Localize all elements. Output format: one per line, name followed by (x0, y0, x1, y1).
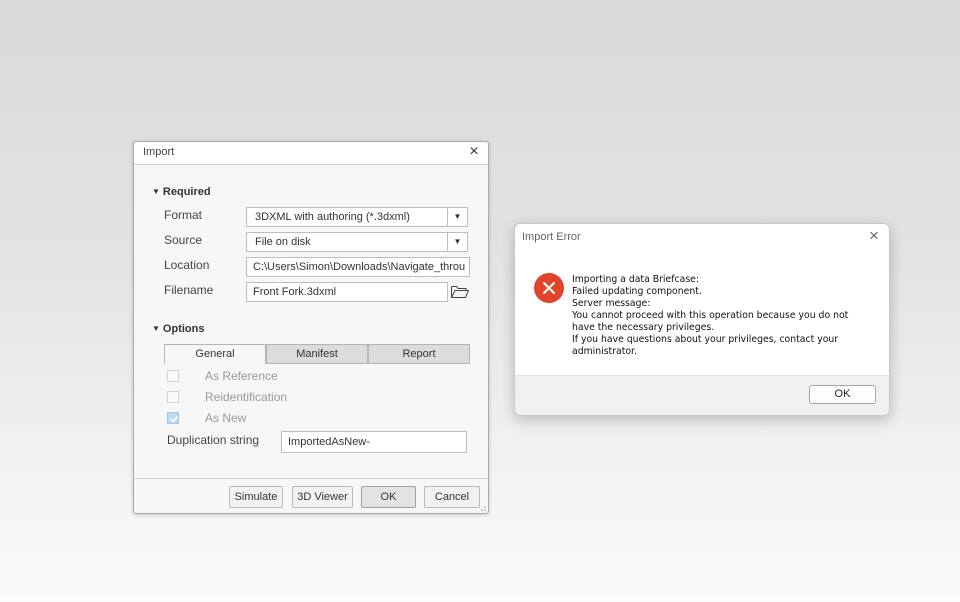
error-message-line: If you have questions about your privile… (572, 334, 839, 345)
reidentification-checkbox[interactable] (167, 391, 179, 403)
required-header-label: Required (162, 186, 211, 198)
as-reference-checkbox[interactable] (167, 370, 179, 382)
error-message-line: Server message: (572, 298, 651, 309)
required-section-header[interactable]: ▼ Required (152, 186, 211, 198)
format-dropdown-arrow-icon[interactable]: ▼ (447, 208, 467, 226)
import-close-icon[interactable]: × (466, 143, 482, 161)
error-message-line: administrator. (572, 346, 637, 357)
error-message-line: Importing a data Briefcase: (572, 274, 700, 285)
source-value: File on disk (255, 236, 311, 248)
import-dialog: Import × ▼ Required Format 3DXML with aut… (133, 141, 489, 514)
footer-divider (134, 478, 488, 479)
3d-viewer-button[interactable]: 3D Viewer (292, 486, 353, 508)
checkmark-icon (169, 415, 179, 423)
as-new-label: As New (205, 411, 247, 425)
ok-button[interactable]: OK (361, 486, 416, 508)
simulate-button[interactable]: Simulate (229, 486, 283, 508)
cancel-button[interactable]: Cancel (424, 486, 480, 508)
source-dropdown[interactable]: File on disk ▼ (246, 232, 468, 252)
browse-folder-icon[interactable] (450, 283, 470, 301)
format-label: Format (164, 208, 203, 222)
location-label: Location (164, 258, 210, 272)
tab-general[interactable]: General (164, 344, 266, 364)
format-value: 3DXML with authoring (*.3dxml) (255, 211, 410, 223)
error-ok-button[interactable]: OK (809, 385, 876, 404)
collapse-triangle-icon[interactable]: ▼ (152, 187, 160, 196)
location-value: C:\Users\Simon\Downloads\Navigate_throu (253, 261, 466, 273)
location-field[interactable]: C:\Users\Simon\Downloads\Navigate_throu (246, 257, 470, 277)
error-dialog-title: Import Error (522, 231, 581, 243)
import-titlebar[interactable]: Import × (134, 142, 488, 165)
error-message: Importing a data Briefcase: Failed updat… (572, 274, 877, 358)
reidentification-label: Reidentification (205, 390, 288, 404)
duplication-string-label: Duplication string (167, 433, 260, 447)
filename-field[interactable]: Front Fork.3dxml (246, 282, 448, 302)
error-message-line: Failed updating component. (572, 286, 702, 297)
filename-label: Filename (164, 283, 214, 297)
options-tabs: General Manifest Report (164, 344, 470, 364)
duplication-string-value: ImportedAsNew- (288, 436, 370, 448)
source-label: Source (164, 233, 203, 247)
filename-value: Front Fork.3dxml (253, 286, 337, 298)
source-dropdown-arrow-icon[interactable]: ▼ (447, 233, 467, 251)
options-header-label: Options (162, 323, 205, 335)
error-message-line: have the necessary privileges. (572, 322, 715, 333)
error-x-icon (534, 273, 564, 303)
resize-grip-icon[interactable] (480, 505, 486, 511)
as-reference-label: As Reference (205, 369, 278, 383)
error-message-line: You cannot proceed with this operation b… (572, 310, 849, 321)
tab-report[interactable]: Report (368, 344, 470, 364)
tab-manifest[interactable]: Manifest (266, 344, 368, 364)
import-error-dialog: Import Error × Importing a data Briefcas… (514, 223, 890, 416)
import-dialog-title: Import (143, 146, 175, 158)
duplication-string-field[interactable]: ImportedAsNew- (281, 431, 467, 453)
collapse-triangle-icon[interactable]: ▼ (152, 324, 160, 333)
as-new-checkbox[interactable] (167, 412, 179, 424)
format-dropdown[interactable]: 3DXML with authoring (*.3dxml) ▼ (246, 207, 468, 227)
error-dialog-footer: OK (515, 375, 889, 415)
error-close-icon[interactable]: × (865, 226, 883, 246)
options-section-header[interactable]: ▼ Options (152, 323, 204, 335)
